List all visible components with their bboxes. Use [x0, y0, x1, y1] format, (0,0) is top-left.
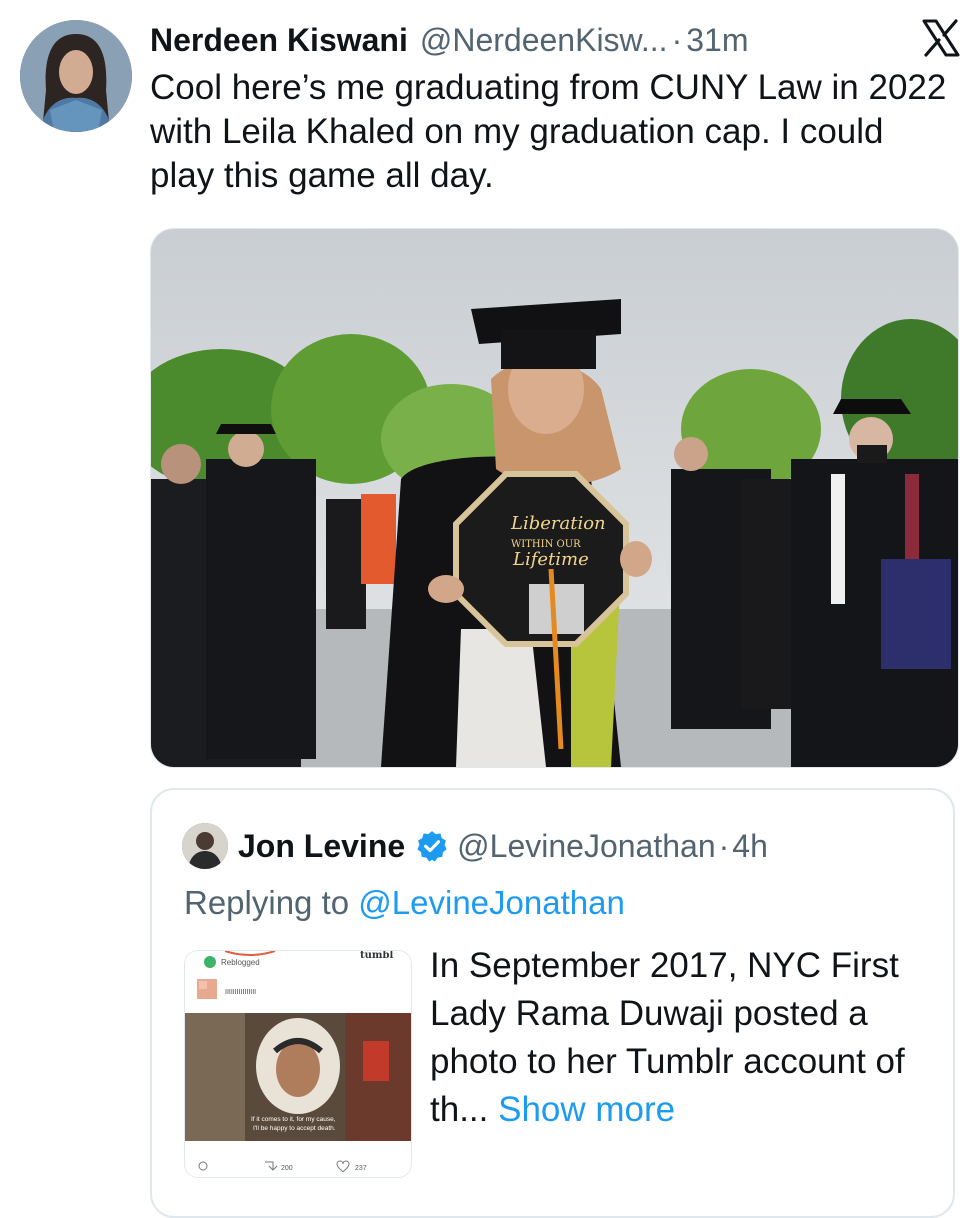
author-handle[interactable]: @NerdeenKisw...	[420, 22, 668, 59]
tweet-text: Cool here’s me graduating from CUNY Law …	[150, 68, 947, 195]
replying-to-label: Replying to	[184, 884, 350, 921]
verified-badge-icon	[417, 831, 447, 862]
quoted-tweet-text: In September 2017, NYC First Lady Rama D…	[430, 942, 910, 1134]
reblog-count: 200	[281, 1165, 293, 1172]
tweet-photo[interactable]: Liberation WITHIN OUR Lifetime	[150, 228, 959, 768]
show-more-link[interactable]: Show more	[498, 1090, 675, 1129]
separator-dot: ·	[718, 827, 730, 864]
tweet-header: Nerdeen Kiswani @NerdeenKisw... · 31m	[150, 16, 957, 64]
quoted-tweet-media[interactable]: Reblogged tumbl IIIIIIIIIIIIIIII If it c…	[184, 950, 412, 1178]
quoted-tweet[interactable]: Jon Levine @LevineJonathan · 4h Replying…	[150, 788, 955, 1218]
author-name[interactable]: Nerdeen Kiswani	[150, 22, 408, 59]
reblogged-label: Reblogged	[221, 958, 260, 967]
replying-to-mention[interactable]: @LevineJonathan	[358, 884, 625, 921]
quoted-author-handle[interactable]: @LevineJonathan	[457, 828, 715, 865]
tumblr-label: tumbl	[360, 951, 393, 961]
subtitle-line2: I'll be happy to accept death.	[253, 1125, 336, 1132]
separator-dot: ·	[671, 21, 683, 58]
quoted-author-avatar[interactable]	[182, 823, 228, 869]
cap-text-line3: Lifetime	[512, 549, 589, 570]
author-avatar[interactable]	[20, 20, 132, 132]
blurred-username: IIIIIIIIIIIIIIII	[225, 989, 256, 996]
quoted-tweet-timestamp[interactable]: 4h	[732, 828, 768, 865]
cap-text-line1: Liberation	[510, 513, 606, 534]
quoted-tweet-header: Jon Levine @LevineJonathan · 4h	[238, 820, 768, 872]
tweet-timestamp[interactable]: 31m	[686, 22, 748, 59]
like-count: 237	[355, 1165, 367, 1172]
subtitle-line1: If it comes to it, for my cause,	[251, 1116, 336, 1123]
quoted-author-name[interactable]: Jon Levine	[238, 828, 405, 865]
x-logo-icon[interactable]	[921, 18, 961, 58]
replying-to-line: Replying to @LevineJonathan	[184, 884, 625, 922]
